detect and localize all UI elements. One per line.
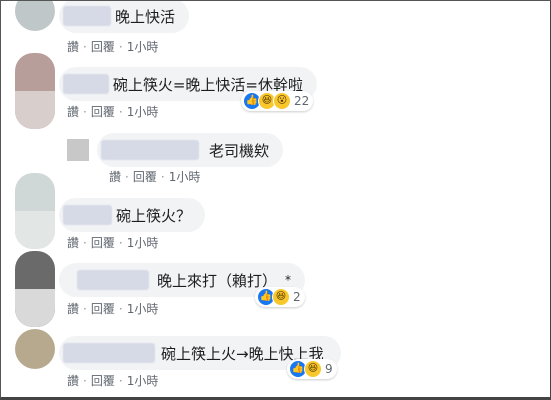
comment-actions: 讚 · 回覆 · 1小時: [67, 372, 159, 389]
comment-actions: 讚 · 回覆 · 1小時: [67, 234, 159, 251]
avatar[interactable]: [15, 1, 55, 31]
comment-text: 老司機欸: [208, 141, 269, 160]
comment-bubble: 碗上筷火？: [59, 198, 205, 232]
reply-link[interactable]: 回覆: [133, 168, 157, 185]
like-link[interactable]: 讚: [67, 234, 79, 251]
wow-icon: 😮: [273, 92, 291, 110]
edited-marker: *: [285, 273, 291, 287]
reaction-summary[interactable]: 👍 😆 9: [287, 359, 337, 379]
blurred-username[interactable]: [63, 74, 109, 94]
haha-icon: 😆: [272, 288, 290, 306]
reply-link[interactable]: 回覆: [91, 103, 115, 120]
comment-actions: 讚 · 回覆 · 1小時: [67, 300, 159, 317]
avatar[interactable]: [15, 173, 55, 249]
reaction-count: 2: [293, 290, 301, 304]
blurred-username[interactable]: [63, 343, 155, 363]
reply-link[interactable]: 回覆: [91, 234, 115, 251]
haha-icon: 😆: [304, 360, 322, 378]
reply-bubble: 老司機欸: [97, 133, 283, 167]
reply-avatar[interactable]: [67, 139, 89, 161]
timestamp[interactable]: 1小時: [127, 103, 159, 120]
like-link[interactable]: 讚: [109, 168, 121, 185]
comment-text: 晚上快活: [114, 7, 175, 26]
like-link[interactable]: 讚: [67, 300, 79, 317]
timestamp[interactable]: 1小時: [127, 234, 159, 251]
reply-link[interactable]: 回覆: [91, 300, 115, 317]
blurred-username[interactable]: [77, 270, 149, 290]
like-link[interactable]: 讚: [67, 103, 79, 120]
comment-thread: 晚上快活 讚 · 回覆 · 1小時 碗上筷火=晚上快活=休幹啦 👍 😆 😮 22 讚 · 回…: [0, 0, 551, 400]
avatar[interactable]: [15, 53, 55, 129]
timestamp[interactable]: 1小時: [127, 372, 159, 389]
timestamp[interactable]: 1小時: [169, 168, 201, 185]
reaction-count: 22: [294, 94, 310, 108]
timestamp[interactable]: 1小時: [127, 38, 159, 55]
reaction-count: 9: [325, 362, 333, 376]
reaction-summary[interactable]: 👍 😆 😮 22: [241, 91, 314, 111]
comment-actions: 讚 · 回覆 · 1小時: [67, 103, 159, 120]
comment-text: 晚上來打（賴打）: [156, 271, 277, 290]
reply-link[interactable]: 回覆: [91, 38, 115, 55]
reaction-summary[interactable]: 👍 😆 2: [255, 287, 305, 307]
comment-actions: 讚 · 回覆 · 1小時: [109, 168, 201, 185]
reply-link[interactable]: 回覆: [91, 372, 115, 389]
like-link[interactable]: 讚: [67, 372, 79, 389]
comment-bubble: 晚上快活: [59, 1, 189, 33]
blurred-username[interactable]: [63, 205, 112, 225]
avatar[interactable]: [15, 329, 55, 369]
avatar[interactable]: [15, 251, 55, 327]
comment-text: 碗上筷火？: [115, 206, 191, 225]
blurred-username[interactable]: [101, 140, 199, 160]
like-link[interactable]: 讚: [67, 38, 79, 55]
comment-actions: 讚 · 回覆 · 1小時: [67, 38, 159, 55]
timestamp[interactable]: 1小時: [127, 300, 159, 317]
blurred-username[interactable]: [63, 6, 111, 26]
